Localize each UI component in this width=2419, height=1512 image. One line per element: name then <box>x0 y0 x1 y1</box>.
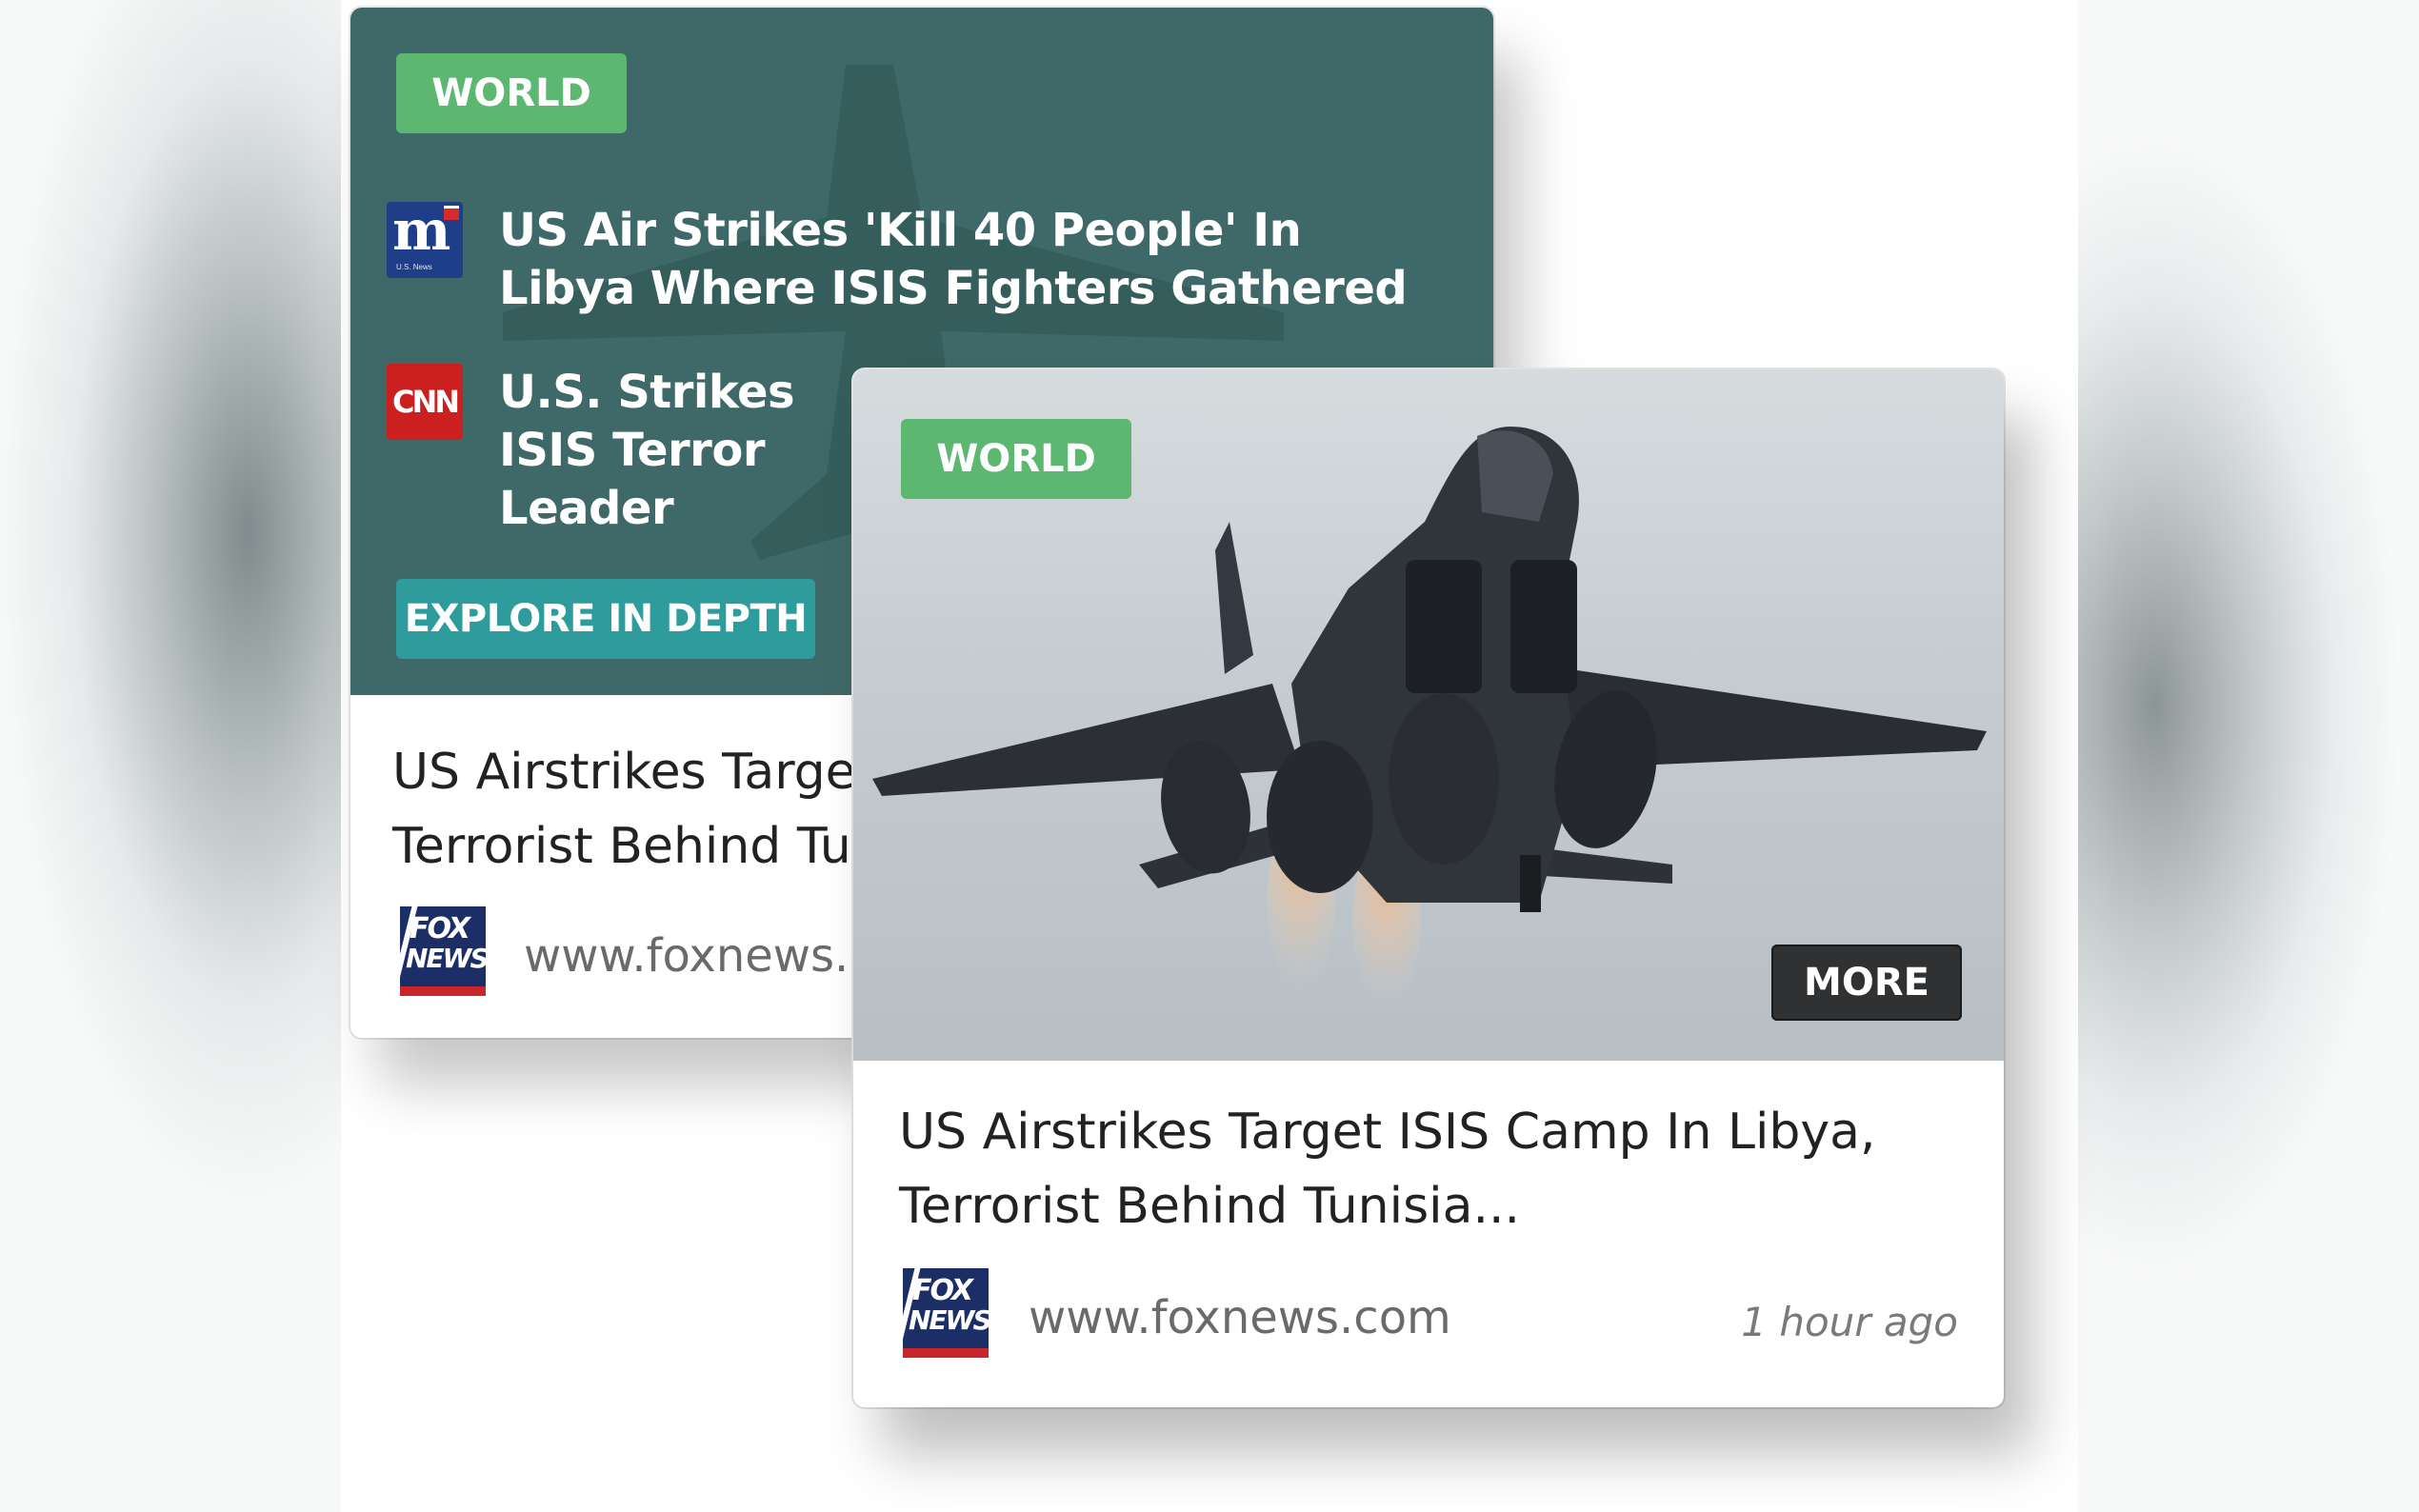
related-story-headline[interactable]: U.S. Strikes ISIS Terror Leader <box>499 364 842 538</box>
fox-news-logo-icon: FOX NEWS <box>400 906 486 996</box>
fox-news-logo-icon: FOX NEWS <box>903 1268 989 1358</box>
story-title[interactable]: US Airstrikes Target ISIS Camp In Libya,… <box>899 1095 1966 1243</box>
mail-online-logo-icon: m U.S. News <box>387 198 463 278</box>
logo-subtext: U.S. News <box>396 263 432 271</box>
story-photo[interactable]: WORLD MORE <box>853 369 2004 1061</box>
explore-in-depth-button[interactable]: EXPLORE IN DEPTH <box>396 579 815 659</box>
blurred-background-left <box>0 0 341 1512</box>
related-story-headline[interactable]: US Air Strikes 'Kill 40 People' In Libya… <box>499 202 1451 318</box>
blurred-background-right <box>2078 0 2419 1512</box>
logo-text-line1: FOX <box>912 1274 973 1307</box>
logo-text-line2: NEWS <box>909 1304 989 1336</box>
news-card-front[interactable]: WORLD MORE US Airstrikes Target ISIS Cam… <box>853 369 2004 1407</box>
source-url[interactable]: www.foxnews.com <box>1029 1291 1451 1344</box>
logo-text-line1: FOX <box>410 912 470 945</box>
timestamp: 1 hour ago <box>1741 1299 1958 1345</box>
logo-text-line2: NEWS <box>406 943 486 974</box>
category-badge[interactable]: WORLD <box>901 419 1131 499</box>
flag-mark <box>444 206 459 220</box>
cnn-logo-icon: CNN <box>387 364 463 440</box>
logo-letter: m <box>392 198 451 263</box>
category-badge[interactable]: WORLD <box>396 53 627 133</box>
more-button[interactable]: MORE <box>1771 945 1962 1021</box>
